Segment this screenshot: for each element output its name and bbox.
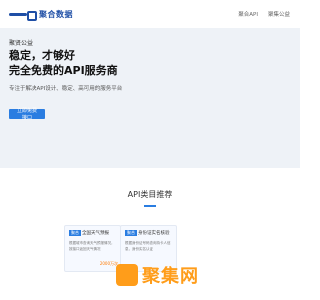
site-logo[interactable]: 聚合数据: [9, 8, 73, 21]
card-badge: 聚合: [69, 230, 81, 236]
watermark: 聚集网: [116, 262, 199, 288]
card-name: 身份证实名核验: [138, 231, 170, 236]
section-title: API类目推荐: [127, 190, 173, 199]
nav-links: 聚合API 聚集公益: [238, 10, 290, 18]
hero-cta-button[interactable]: 立即免费接口: [9, 108, 45, 121]
watermark-text: 聚集网: [142, 266, 199, 287]
card-description: 根据身份证号码查询持卡人信息，身份实名认证: [125, 241, 171, 251]
nav-link-api[interactable]: 聚合API: [238, 10, 258, 18]
hero-title-line-1: 稳定，才够好: [9, 49, 75, 62]
nav-link-public[interactable]: 聚集公益: [268, 10, 290, 18]
hero-title: 稳定，才够好 完全免费的API服务商: [9, 48, 118, 78]
card-badge: 聚合: [125, 230, 137, 236]
top-navigation-bar: 聚合数据 聚合API 聚集公益: [0, 0, 300, 28]
hero-subtitle: 专注于解决API设计、稳定、高可用的服务平台: [9, 86, 123, 92]
card-description: 根据城市查询天气预报情况，按接口返回天气情况: [69, 241, 115, 251]
logo-mark-icon: [9, 9, 37, 21]
api-card[interactable]: 聚合 全国天气预报 根据城市查询天气预报情况，按接口返回天气情况 2000万次: [64, 225, 121, 272]
hero-title-line-2: 完全免费的API服务商: [9, 64, 118, 77]
logo-text: 聚合数据: [39, 9, 73, 19]
section-title-underline: [144, 205, 156, 207]
watermark-logo-icon: [116, 264, 138, 286]
hero-tag: 聚贤公益: [9, 40, 34, 47]
card-name: 全国天气预报: [82, 231, 109, 236]
